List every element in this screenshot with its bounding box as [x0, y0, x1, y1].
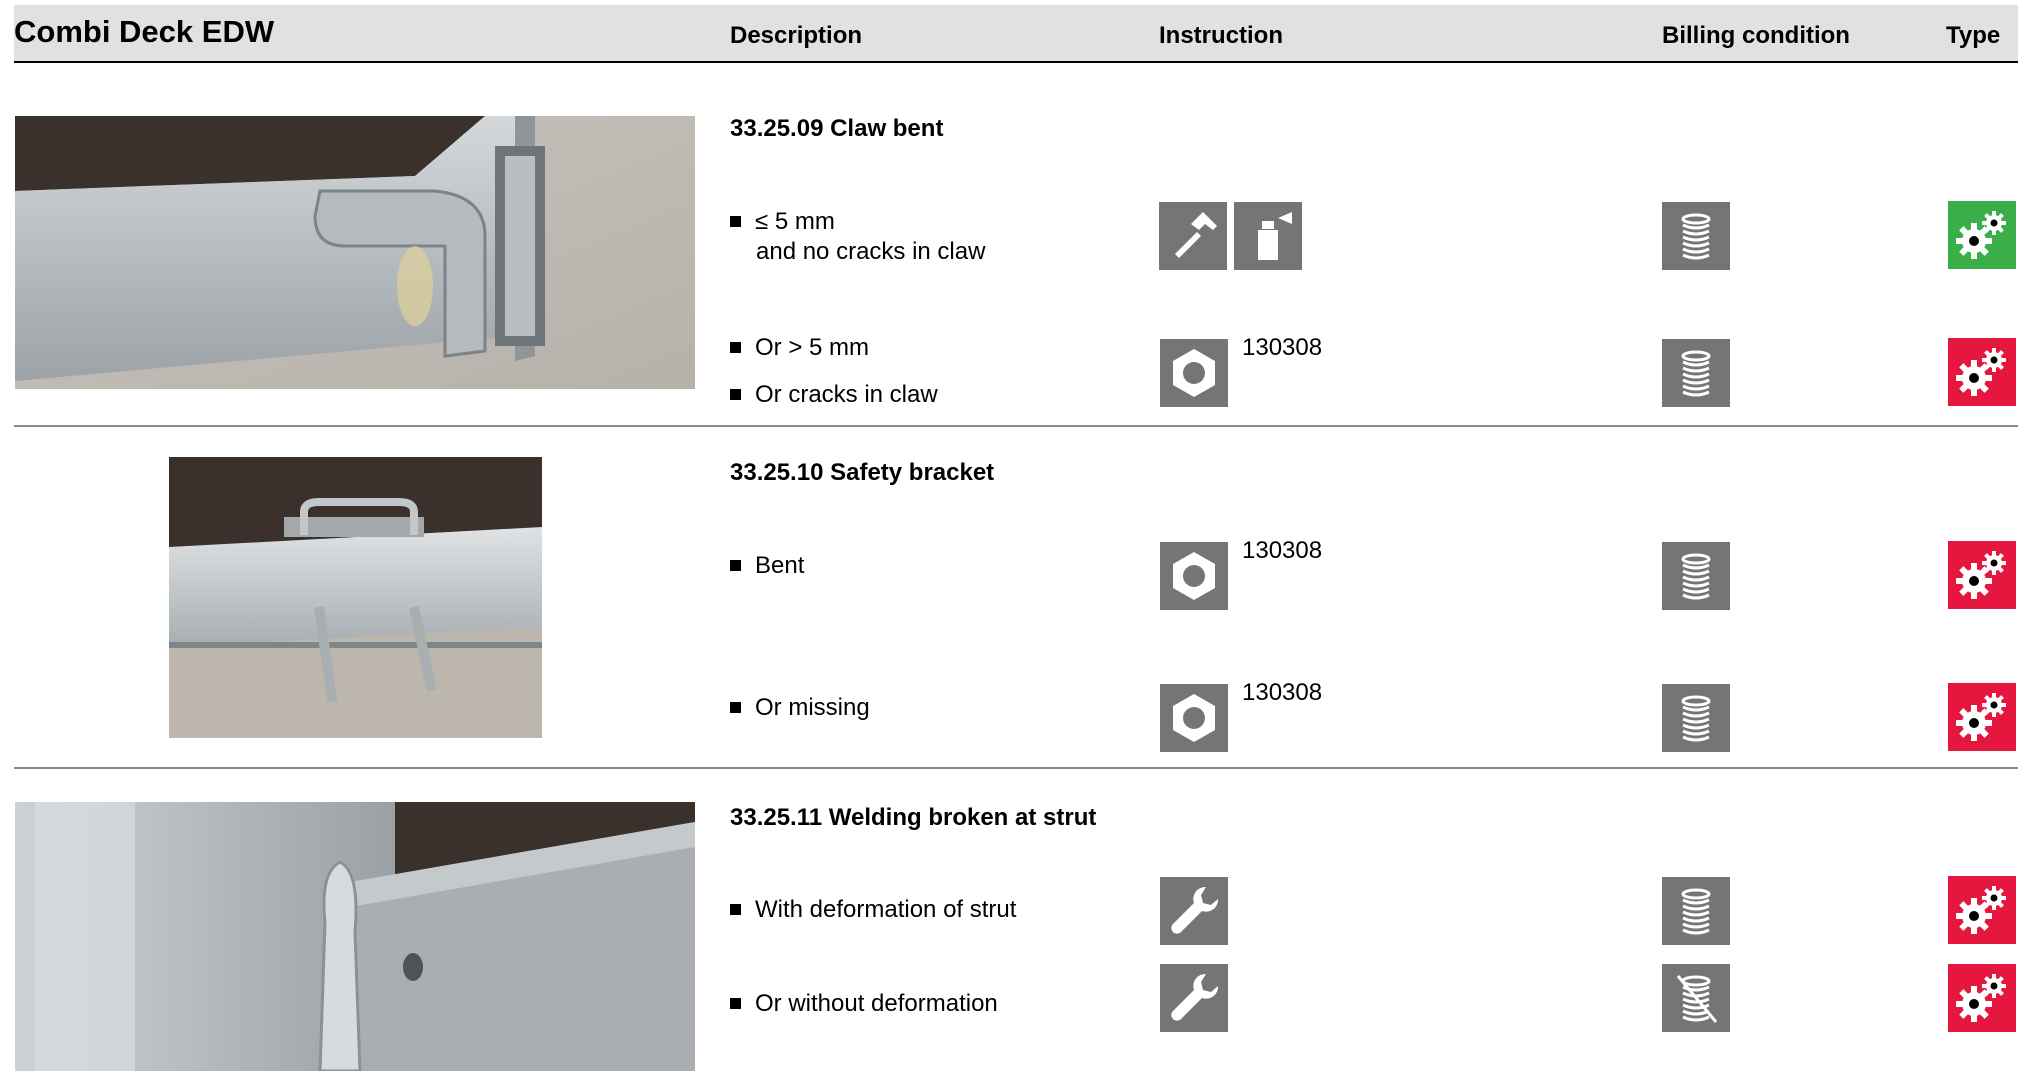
red-gears-icon: [1948, 541, 2016, 609]
bullet-square: [730, 216, 741, 227]
replace-nut-icon: [1160, 339, 1228, 407]
list-item: Bent: [730, 551, 804, 581]
red-gears-icon: [1948, 964, 2016, 1032]
coin-stack-icon: [1662, 877, 1730, 945]
red-gears-icon: [1948, 876, 2016, 944]
wrench-icon: [1160, 877, 1228, 945]
replace-nut-icon: [1160, 542, 1228, 610]
bullet-square: [730, 904, 741, 915]
column-header-type: Type: [1946, 22, 2001, 49]
bullet-text: ≤ 5 mm: [755, 208, 835, 235]
hammer-icon: [1159, 202, 1227, 270]
coin-stack-icon: [1662, 202, 1730, 270]
coin-stack-icon: [1662, 542, 1730, 610]
list-item: With deformation of strut: [730, 895, 1016, 925]
column-header-description: Description: [730, 22, 863, 49]
bullet-square: [730, 560, 741, 571]
photo-safety-bracket: [169, 457, 542, 738]
list-item: Or > 5 mm: [730, 333, 869, 363]
bullet-text: With deformation of strut: [755, 896, 1017, 923]
column-header-instruction: Instruction: [1159, 22, 1283, 49]
list-item: ≤ 5 mm and no cracks in claw: [730, 207, 985, 267]
part-number: 130308: [1242, 334, 1323, 361]
list-item: Or missing: [730, 693, 870, 723]
section-title: 33.25.09 Claw bent: [730, 115, 944, 142]
bullet-square: [730, 389, 741, 400]
red-gears-icon: [1948, 338, 2016, 406]
section-title: 33.25.10 Safety bracket: [730, 459, 995, 486]
coin-stack-icon: [1662, 339, 1730, 407]
bullet-text-continued: and no cracks in claw: [756, 238, 986, 265]
bullet-text: Or cracks in claw: [755, 381, 938, 408]
list-item: Or without deformation: [730, 989, 998, 1019]
bullet-square: [730, 998, 741, 1009]
replace-nut-icon: [1160, 684, 1228, 752]
no-charge-coin-icon: [1662, 964, 1730, 1032]
photo-claw-bent: [15, 116, 695, 389]
wrench-icon: [1160, 964, 1228, 1032]
coin-stack-icon: [1662, 684, 1730, 752]
bullet-text: Or missing: [755, 694, 870, 721]
part-number: 130308: [1242, 537, 1323, 564]
bullet-text: Or > 5 mm: [755, 334, 870, 361]
section-title: 33.25.11 Welding broken at strut: [730, 804, 1097, 831]
bullet-square: [730, 342, 741, 353]
column-header-billing: Billing condition: [1662, 22, 1850, 49]
list-item: Or cracks in claw: [730, 380, 938, 410]
section-divider: [14, 767, 2018, 769]
green-gears-icon: [1948, 201, 2016, 269]
part-number: 130308: [1242, 679, 1323, 706]
bullet-text: Bent: [755, 552, 805, 579]
spray-can-icon: [1234, 202, 1302, 270]
section-divider: [14, 425, 2018, 427]
bullet-text: Or without deformation: [755, 990, 998, 1017]
bullet-square: [730, 702, 741, 713]
red-gears-icon: [1948, 683, 2016, 751]
page-title: Combi Deck EDW: [14, 14, 275, 49]
photo-welding-strut: [15, 802, 695, 1071]
